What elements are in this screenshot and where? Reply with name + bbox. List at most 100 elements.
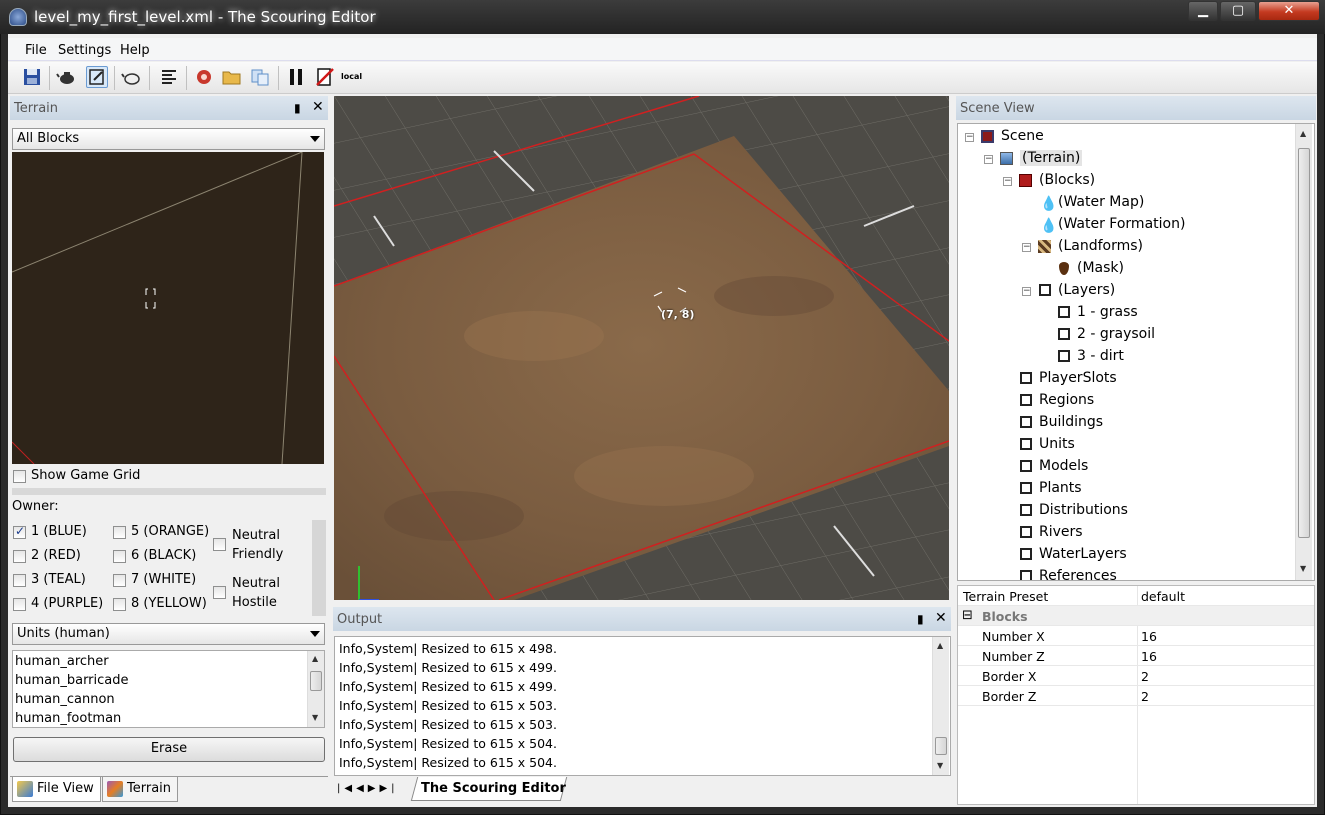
close-button[interactable]: ✕ bbox=[1258, 1, 1320, 21]
output-log[interactable]: Info,System| Resized to 615 x 498. Info,… bbox=[334, 636, 951, 776]
property-row[interactable]: Number Z 16 bbox=[958, 646, 1314, 666]
property-row[interactable]: Terrain Preset default bbox=[958, 586, 1314, 606]
splitter[interactable] bbox=[12, 488, 326, 495]
owner-1-checkbox[interactable] bbox=[13, 524, 26, 539]
property-value[interactable]: 16 bbox=[1141, 649, 1157, 664]
tree-item-layer[interactable]: 3 - dirt bbox=[1077, 348, 1124, 364]
scroll-up-icon[interactable]: ▲ bbox=[312, 654, 318, 663]
scroll-up-icon[interactable]: ▲ bbox=[1300, 129, 1306, 138]
tree-item-units[interactable]: Units bbox=[1039, 436, 1075, 452]
collapse-icon[interactable]: − bbox=[965, 133, 974, 142]
tree-item-playerslots[interactable]: PlayerSlots bbox=[1039, 370, 1117, 386]
app-icon[interactable] bbox=[9, 8, 27, 26]
terrain-preview[interactable] bbox=[12, 152, 324, 464]
tree-item-models[interactable]: Models bbox=[1039, 458, 1088, 474]
tree-item-layer[interactable]: 2 - graysoil bbox=[1077, 326, 1155, 342]
collapse-icon[interactable]: − bbox=[984, 155, 993, 164]
property-row[interactable]: Border Z 2 bbox=[958, 686, 1314, 706]
tree-item-plants[interactable]: Plants bbox=[1039, 480, 1082, 496]
tree-item-mask[interactable]: (Mask) bbox=[1077, 260, 1124, 276]
collapse-icon[interactable]: ⊟ bbox=[962, 608, 973, 623]
collapse-icon[interactable]: − bbox=[1022, 287, 1031, 296]
owner-8-checkbox[interactable] bbox=[113, 598, 126, 611]
copy-button[interactable] bbox=[249, 66, 271, 88]
menu-settings[interactable]: Settings bbox=[58, 43, 111, 58]
tree-item-rivers[interactable]: Rivers bbox=[1039, 524, 1083, 540]
tree-item-regions[interactable]: Regions bbox=[1039, 392, 1094, 408]
teapot-outline-button[interactable] bbox=[121, 66, 143, 88]
close-panel-icon[interactable]: ✕ bbox=[312, 99, 324, 115]
property-value[interactable]: 2 bbox=[1141, 689, 1149, 704]
tab-nav-buttons[interactable]: |◀◀▶▶| bbox=[337, 783, 399, 794]
align-button[interactable] bbox=[158, 66, 180, 88]
scroll-down-icon[interactable]: ▼ bbox=[937, 761, 943, 770]
list-item[interactable]: human_barricade bbox=[15, 673, 129, 688]
collapse-icon[interactable]: − bbox=[1003, 177, 1012, 186]
scroll-thumb[interactable] bbox=[310, 671, 322, 691]
maximize-button[interactable]: ▢ bbox=[1220, 1, 1256, 21]
tab-terrain[interactable]: Terrain bbox=[102, 777, 179, 802]
tree-item-references[interactable]: References bbox=[1039, 568, 1117, 580]
pin-icon[interactable]: ▮ bbox=[294, 101, 301, 115]
tree-item-terrain[interactable]: (Terrain) bbox=[1020, 150, 1083, 166]
last-tab-icon[interactable]: ▶| bbox=[379, 783, 398, 794]
tree-item-buildings[interactable]: Buildings bbox=[1039, 414, 1103, 430]
next-tab-icon[interactable]: ▶ bbox=[368, 783, 380, 794]
list-item[interactable]: human_archer bbox=[15, 654, 109, 669]
units-scrollbar[interactable]: ▲ ▼ bbox=[307, 651, 324, 727]
tree-item-scene[interactable]: Scene bbox=[1001, 128, 1044, 144]
teapot-button[interactable] bbox=[56, 66, 78, 88]
edit-button[interactable] bbox=[86, 66, 108, 88]
scroll-down-icon[interactable]: ▼ bbox=[1300, 564, 1306, 573]
neutral-friendly-checkbox[interactable] bbox=[213, 538, 226, 551]
owner-6-checkbox[interactable] bbox=[113, 550, 126, 563]
property-value[interactable]: 2 bbox=[1141, 669, 1149, 684]
prev-tab-icon[interactable]: ◀ bbox=[356, 783, 368, 794]
tree-item-water-map[interactable]: (Water Map) bbox=[1058, 194, 1144, 210]
show-grid-checkbox[interactable] bbox=[13, 470, 26, 483]
property-value[interactable]: default bbox=[1141, 589, 1185, 604]
owner-scrollbar[interactable] bbox=[312, 520, 326, 616]
block-select[interactable]: All Blocks bbox=[12, 128, 325, 150]
property-group-blocks[interactable]: ⊟ Blocks bbox=[958, 606, 1314, 626]
list-item[interactable]: human_footman bbox=[15, 711, 121, 726]
scroll-up-icon[interactable]: ▲ bbox=[937, 641, 943, 650]
first-tab-icon[interactable]: |◀ bbox=[337, 783, 356, 794]
tree-item-blocks[interactable]: (Blocks) bbox=[1039, 172, 1095, 188]
scroll-thumb[interactable] bbox=[1298, 148, 1310, 538]
owner-5-checkbox[interactable] bbox=[113, 526, 126, 539]
owner-4-checkbox[interactable] bbox=[13, 598, 26, 611]
neutral-hostile-checkbox[interactable] bbox=[213, 586, 226, 599]
property-row[interactable]: Border X 2 bbox=[958, 666, 1314, 686]
stop-button[interactable] bbox=[314, 66, 336, 88]
menu-file[interactable]: File bbox=[25, 43, 47, 58]
property-value[interactable]: 16 bbox=[1141, 629, 1157, 644]
owner-2-checkbox[interactable] bbox=[13, 550, 26, 563]
erase-button[interactable]: Erase bbox=[13, 737, 325, 762]
owner-3-checkbox[interactable] bbox=[13, 574, 26, 587]
pin-icon[interactable]: ▮ bbox=[917, 612, 924, 626]
owner-7-checkbox[interactable] bbox=[113, 574, 126, 587]
collapse-icon[interactable]: − bbox=[1022, 243, 1031, 252]
tree-item-water-formation[interactable]: (Water Formation) bbox=[1058, 216, 1185, 232]
tree-item-distributions[interactable]: Distributions bbox=[1039, 502, 1128, 518]
units-select[interactable]: Units (human) bbox=[12, 623, 325, 645]
tree-item-landforms[interactable]: (Landforms) bbox=[1058, 238, 1143, 254]
pause-button[interactable] bbox=[285, 66, 307, 88]
scroll-thumb[interactable] bbox=[935, 737, 947, 755]
output-scrollbar[interactable]: ▲ ▼ bbox=[932, 637, 949, 775]
refresh-button[interactable] bbox=[193, 66, 215, 88]
scroll-down-icon[interactable]: ▼ bbox=[312, 713, 318, 722]
property-row[interactable]: Number X 16 bbox=[958, 626, 1314, 646]
save-button[interactable] bbox=[21, 66, 43, 88]
tab-file-view[interactable]: File View bbox=[12, 777, 101, 802]
scene-scrollbar[interactable]: ▲ ▼ bbox=[1295, 124, 1312, 580]
menu-help[interactable]: Help bbox=[120, 43, 150, 58]
tree-item-layers[interactable]: (Layers) bbox=[1058, 282, 1115, 298]
list-item[interactable]: human_cannon bbox=[15, 692, 115, 707]
open-folder-button[interactable] bbox=[221, 66, 243, 88]
tree-item-layer[interactable]: 1 - grass bbox=[1077, 304, 1138, 320]
scene-viewport[interactable]: (7, 8) bbox=[334, 96, 949, 600]
close-panel-icon[interactable]: ✕ bbox=[935, 610, 947, 626]
minimize-button[interactable]: ▁ bbox=[1188, 1, 1218, 21]
